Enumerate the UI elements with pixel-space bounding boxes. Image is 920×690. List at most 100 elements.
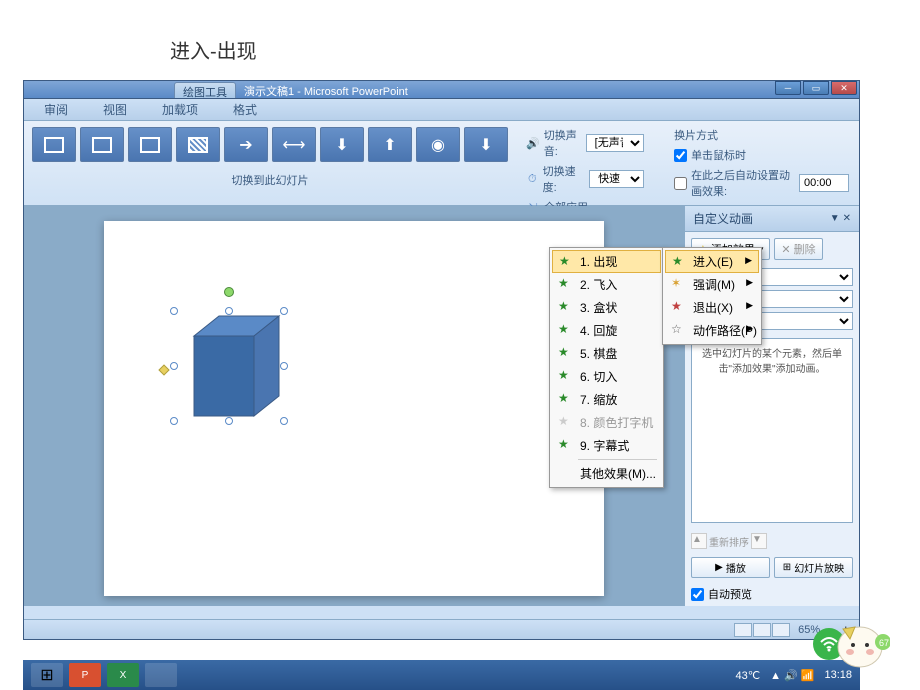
category-entrance[interactable]: ★ 进入(E) ▶	[665, 250, 759, 273]
sorter-view-button[interactable]	[753, 623, 771, 637]
auto-preview-label: 自动预览	[708, 586, 752, 602]
rotate-handle[interactable]	[224, 287, 234, 297]
cube-shape[interactable]	[174, 311, 284, 421]
slide-canvas[interactable]	[104, 221, 604, 596]
effect-label: 切入	[593, 370, 617, 384]
effect-num: 9.	[580, 439, 590, 453]
category-label: 进入(E)	[693, 255, 733, 269]
transition-option-8[interactable]: ⬆	[368, 127, 412, 162]
contextual-tool-tab[interactable]: 绘图工具	[174, 82, 236, 98]
auto-time-input[interactable]	[799, 174, 849, 192]
transition-option-4[interactable]	[176, 127, 220, 162]
play-label: 播放	[726, 560, 746, 575]
transition-option-10[interactable]: ⬇	[464, 127, 508, 162]
transition-option-1[interactable]	[32, 127, 76, 162]
start-button[interactable]: ⊞	[31, 663, 63, 687]
advance-section-header: 换片方式	[674, 127, 849, 143]
tab-addins[interactable]: 加载项	[152, 99, 208, 120]
play-button[interactable]: ▶ 播放	[691, 557, 770, 578]
taskbar-excel-icon[interactable]: X	[107, 663, 139, 687]
on-click-checkbox[interactable]	[674, 149, 687, 162]
effect-num: 4.	[580, 324, 590, 338]
resize-handle-nw[interactable]	[170, 307, 178, 315]
minimize-button[interactable]: ─	[775, 81, 801, 95]
category-motion-path[interactable]: ☆ 动作路径(P) ▶	[665, 319, 759, 342]
pane-menu-icon[interactable]: ▼	[830, 213, 840, 224]
on-click-label: 单击鼠标时	[691, 147, 746, 163]
powerpoint-window: 绘图工具 演示文稿1 - Microsoft PowerPoint ─ ▭ ✕ …	[23, 80, 860, 640]
status-bar: 65% − +	[24, 619, 859, 639]
effect-flyin[interactable]: ★ 2. 飞入	[552, 273, 661, 296]
resize-handle-se[interactable]	[280, 417, 288, 425]
resize-handle-n[interactable]	[225, 307, 233, 315]
star-icon: ★	[558, 368, 572, 382]
star-icon: ★	[558, 391, 572, 405]
transition-option-3[interactable]	[128, 127, 172, 162]
category-emphasis[interactable]: ✶ 强调(M) ▶	[665, 273, 759, 296]
auto-preview-checkbox[interactable]	[691, 588, 704, 601]
sound-select[interactable]: [无声音]	[586, 134, 644, 152]
reorder-label: 重新排序	[709, 534, 749, 549]
effect-spiral[interactable]: ★ 4. 回旋	[552, 319, 661, 342]
gallery-caption: 切换到此幻灯片	[24, 168, 516, 192]
star-icon: ★	[558, 276, 572, 290]
resize-handle-w[interactable]	[170, 362, 178, 370]
tab-format[interactable]: 格式	[223, 99, 267, 120]
star-icon: ★	[558, 437, 572, 451]
effect-label: 回旋	[593, 324, 617, 338]
maximize-button[interactable]: ▭	[803, 81, 829, 95]
category-exit[interactable]: ★ 退出(X) ▶	[665, 296, 759, 319]
slideshow-button[interactable]: ⊞ 幻灯片放映	[774, 557, 853, 578]
resize-handle-ne[interactable]	[280, 307, 288, 315]
transition-option-2[interactable]	[80, 127, 124, 162]
normal-view-button[interactable]	[734, 623, 752, 637]
submenu-arrow-icon: ▶	[746, 300, 753, 311]
transition-option-9[interactable]: ◉	[416, 127, 460, 162]
more-effects[interactable]: 其他效果(M)...	[552, 462, 661, 485]
effect-label: 字幕式	[593, 439, 629, 453]
resize-handle-sw[interactable]	[170, 417, 178, 425]
speed-select[interactable]: 快速	[589, 170, 644, 188]
effect-appear[interactable]: ★ 1. 出现	[552, 250, 661, 273]
star-icon: ★	[671, 299, 685, 313]
effect-label: 颜色打字机	[593, 416, 653, 430]
resize-handle-s[interactable]	[225, 417, 233, 425]
remove-label: 删除	[794, 241, 816, 257]
ribbon: ➔ ⟷ ⬇ ⬆ ◉ ⬇ 切换到此幻灯片 🔊 切换声音: [无声音] ⏱ 切换速度…	[24, 121, 859, 206]
submenu-arrow-icon: ▶	[746, 277, 753, 288]
tab-review[interactable]: 审阅	[34, 99, 78, 120]
remove-effect-button[interactable]: ✕ 删除	[774, 238, 822, 260]
close-button[interactable]: ✕	[831, 81, 857, 95]
transition-option-7[interactable]: ⬇	[320, 127, 364, 162]
move-down-button[interactable]: ▼	[751, 533, 767, 549]
slideshow-view-button[interactable]	[772, 623, 790, 637]
taskbar-powerpoint-icon[interactable]: P	[69, 663, 101, 687]
category-label: 退出(X)	[693, 301, 733, 315]
star-icon: ★	[672, 254, 686, 268]
effect-color-typewriter[interactable]: ★ 8. 颜色打字机	[552, 411, 661, 434]
auto-after-checkbox[interactable]	[674, 177, 687, 190]
resize-handle-e[interactable]	[280, 362, 288, 370]
move-up-button[interactable]: ▲	[691, 533, 707, 549]
category-label: 强调(M)	[693, 278, 735, 292]
effect-checkerboard[interactable]: ★ 5. 棋盘	[552, 342, 661, 365]
svg-text:67: 67	[879, 638, 889, 648]
tab-view[interactable]: 视图	[93, 99, 137, 120]
effect-num: 3.	[580, 301, 590, 315]
effect-box[interactable]: ★ 3. 盒状	[552, 296, 661, 319]
more-effects-label: 其他效果(M)...	[580, 467, 656, 481]
mascot-character[interactable]: 67	[825, 607, 890, 672]
adjust-handle[interactable]	[158, 364, 169, 375]
effect-zoom[interactable]: ★ 7. 缩放	[552, 388, 661, 411]
tray-icons[interactable]: ▲ 🔊 📶	[770, 669, 814, 682]
pane-close-icon[interactable]: ✕	[843, 213, 851, 224]
speed-icon: ⏱	[526, 172, 539, 186]
effect-peek[interactable]: ★ 6. 切入	[552, 365, 661, 388]
transition-option-5[interactable]: ➔	[224, 127, 268, 162]
taskbar-app-icon[interactable]	[145, 663, 177, 687]
star-icon: ✶	[671, 276, 685, 290]
effect-label: 飞入	[593, 278, 617, 292]
effect-credits[interactable]: ★ 9. 字幕式	[552, 434, 661, 457]
transition-option-6[interactable]: ⟷	[272, 127, 316, 162]
effect-num: 5.	[580, 347, 590, 361]
